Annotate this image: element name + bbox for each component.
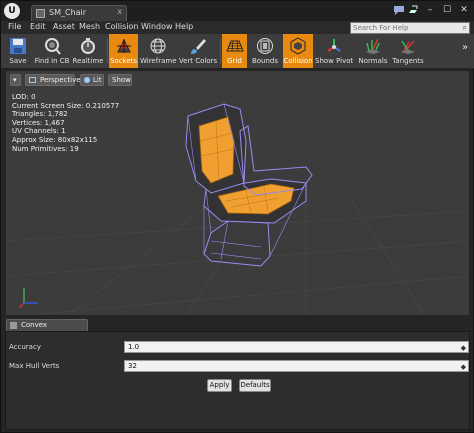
connect-icon[interactable] xyxy=(407,4,419,16)
stopwatch-icon xyxy=(81,38,95,54)
unreal-logo-icon: U xyxy=(4,3,20,19)
grid-button[interactable]: Grid xyxy=(222,34,247,68)
normals-label: Normals xyxy=(358,57,388,65)
convex-decomposition-panel: Accuracy 1.0 ◆ Max Hull Verts 32 ◆ Apply… xyxy=(5,331,470,430)
realtime-label: Realtime xyxy=(72,57,104,65)
normals-icon xyxy=(366,38,380,54)
lit-button[interactable]: Lit xyxy=(80,74,104,86)
mesh-viewport[interactable]: ▾ Perspective Lit Show LOD: 0 Current Sc… xyxy=(5,70,470,316)
max-hull-verts-slider[interactable]: 32 ◆ xyxy=(124,360,469,372)
menu-window[interactable]: Window xyxy=(141,22,173,31)
collision-icon xyxy=(290,37,306,55)
grid-icon xyxy=(225,40,244,52)
accuracy-row: Accuracy 1.0 ◆ xyxy=(6,339,471,355)
slider-grip-icon: ◆ xyxy=(460,344,466,352)
lit-label: Lit xyxy=(93,76,102,84)
panel-tab-icon xyxy=(10,322,17,329)
max-hull-verts-value: 32 xyxy=(128,362,137,370)
bounds-button[interactable]: Bounds xyxy=(250,34,280,68)
tab-close-icon[interactable]: x xyxy=(117,7,122,16)
static-mesh-editor-window: U SM_Chair x – ☐ ✕ File Edit Asset Mesh … xyxy=(0,0,474,433)
max-hull-verts-row: Max Hull Verts 32 ◆ xyxy=(6,358,471,374)
collision-button[interactable]: Collision xyxy=(283,34,313,68)
stat-vertices: Vertices: 1,467 xyxy=(12,118,65,127)
bounds-label: Bounds xyxy=(251,57,279,65)
lit-icon xyxy=(84,77,90,83)
minimize-button[interactable]: – xyxy=(424,4,436,16)
tangents-label: Tangents xyxy=(392,57,424,65)
mesh-stats: LOD: 0 Current Screen Size: 0.210577 Tri… xyxy=(12,93,119,153)
menu-edit[interactable]: Edit xyxy=(30,22,46,31)
help-search-placeholder: Search For Help xyxy=(353,24,409,32)
chair-mesh xyxy=(185,103,313,267)
static-mesh-icon xyxy=(36,9,45,18)
vert-colors-button[interactable]: Vert Colors xyxy=(178,34,218,68)
perspective-button[interactable]: Perspective xyxy=(25,74,81,86)
convex-decomposition-tab[interactable]: Convex Decomposi xyxy=(6,319,88,340)
wireframe-label: Wireframe xyxy=(140,57,177,65)
pivot-icon xyxy=(327,39,341,52)
menu-asset[interactable]: Asset xyxy=(53,22,75,31)
brush-icon xyxy=(191,39,206,54)
wireframe-button[interactable]: Wireframe xyxy=(140,34,177,68)
toolbar-overflow-button[interactable]: » xyxy=(459,34,471,68)
floppy-icon xyxy=(10,38,26,54)
apply-button[interactable]: Apply xyxy=(207,379,232,392)
magnifier-icon xyxy=(45,38,61,55)
toolbar-separator xyxy=(107,38,108,64)
find-in-cb-label: Find in CB xyxy=(34,57,70,65)
toolbar-separator xyxy=(220,38,221,64)
stat-uv-channels: UV Channels: 1 xyxy=(12,127,66,136)
sockets-label: Sockets xyxy=(109,57,138,65)
accuracy-slider[interactable]: 1.0 ◆ xyxy=(124,341,469,353)
max-hull-verts-label: Max Hull Verts xyxy=(9,362,60,370)
toolbar: Save Find in CB Realtime Sockets Wirefra… xyxy=(1,34,474,69)
stat-triangles: Triangles: 1,782 xyxy=(12,110,68,119)
save-label: Save xyxy=(9,57,27,65)
document-tab-label: SM_Chair xyxy=(49,8,87,17)
stat-approx-size: Approx Size: 80x82x115 xyxy=(12,135,98,144)
notification-icon[interactable] xyxy=(393,4,405,16)
save-button[interactable]: Save xyxy=(3,34,33,68)
vert-colors-label: Vert Colors xyxy=(178,57,218,65)
tangents-icon xyxy=(401,40,415,54)
search-icon: ⌕ xyxy=(462,23,467,32)
stat-lod: LOD: 0 xyxy=(12,93,36,101)
collision-label: Collision xyxy=(283,57,313,65)
stat-num-primitives: Num Primitives: 19 xyxy=(12,144,79,153)
stat-screen-size: Current Screen Size: 0.210577 xyxy=(12,101,120,110)
find-in-cb-button[interactable]: Find in CB xyxy=(34,34,70,68)
sockets-icon xyxy=(116,38,131,53)
overflow-icon: » xyxy=(461,42,469,53)
accuracy-value: 1.0 xyxy=(128,343,140,351)
slider-grip-icon: ◆ xyxy=(460,363,466,371)
axis-gizmo-icon xyxy=(18,288,38,309)
normals-button[interactable]: Normals xyxy=(357,34,389,68)
document-tab[interactable]: SM_Chair x xyxy=(31,5,127,21)
menu-mesh[interactable]: Mesh xyxy=(79,22,100,31)
defaults-button[interactable]: Defaults xyxy=(239,379,271,392)
title-bar: U SM_Chair x – ☐ ✕ xyxy=(1,1,474,21)
sockets-button[interactable]: Sockets xyxy=(109,34,138,68)
show-pivot-button[interactable]: Show Pivot xyxy=(315,34,353,68)
realtime-button[interactable]: Realtime xyxy=(72,34,104,68)
perspective-label: Perspective xyxy=(40,76,81,84)
maximize-button[interactable]: ☐ xyxy=(441,4,453,16)
show-pivot-label: Show Pivot xyxy=(315,57,354,65)
perspective-icon xyxy=(29,77,36,83)
menu-file[interactable]: File xyxy=(8,22,21,31)
wireframe-icon xyxy=(150,38,166,54)
tangents-button[interactable]: Tangents xyxy=(391,34,425,68)
show-button[interactable]: Show xyxy=(108,74,132,86)
accuracy-label: Accuracy xyxy=(9,343,41,351)
viewport-options-button[interactable]: ▾ xyxy=(10,74,21,86)
help-search-input[interactable]: Search For Help ⌕ xyxy=(350,22,470,34)
grid-label: Grid xyxy=(227,57,242,65)
menu-help[interactable]: Help xyxy=(175,22,193,31)
close-window-button[interactable]: ✕ xyxy=(458,4,470,16)
bounds-icon xyxy=(257,38,273,54)
menu-collision[interactable]: Collision xyxy=(105,22,139,31)
